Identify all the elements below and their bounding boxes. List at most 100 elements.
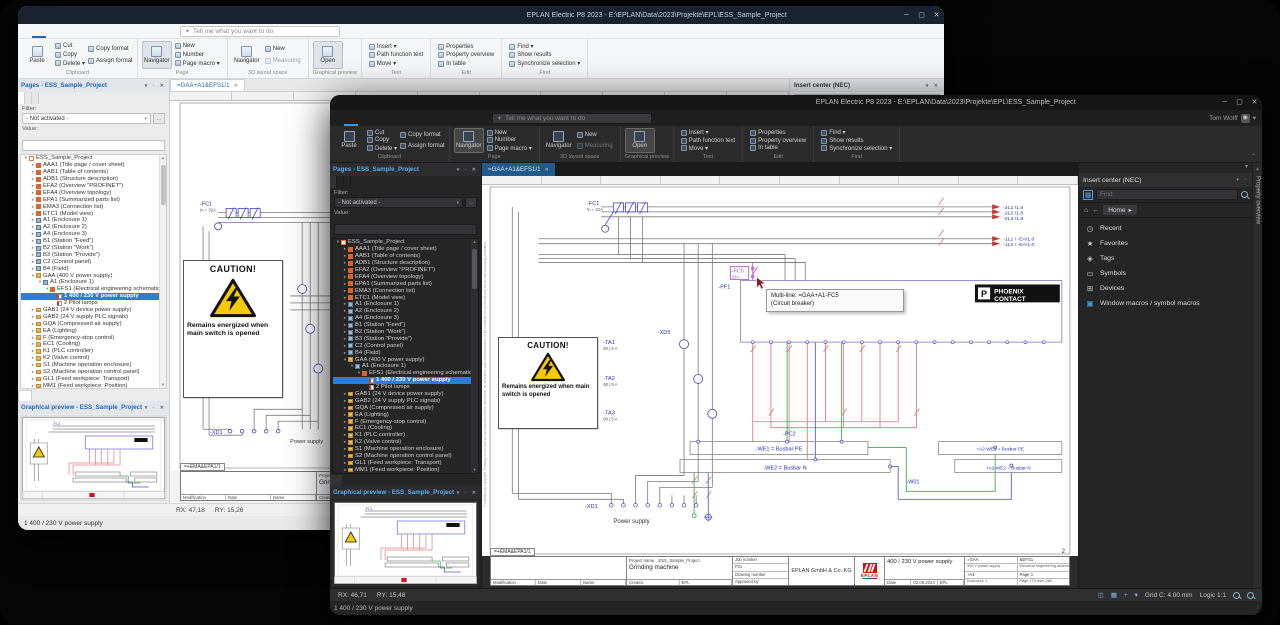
tree-item[interactable]: ▸ K2 (Valve control): [21, 355, 159, 362]
ribbon-button[interactable]: Properties: [438, 44, 494, 50]
tree-item[interactable]: ▸ A1 (Enclosure 1): [333, 301, 471, 308]
tree-item[interactable]: ▸ A1 (Enclosure 1): [21, 217, 159, 224]
page-reference[interactable]: =+EMA&EPA1/1: [490, 548, 535, 556]
panel-header-icons[interactable]: ▾ ▫: [1236, 177, 1248, 183]
tree-item[interactable]: ▸ A4 (Enclosure 3): [21, 231, 159, 238]
tree-item[interactable]: ▸ S1 (Machine operation enclosure): [21, 362, 159, 369]
ribbon-button[interactable]: Number: [487, 137, 532, 143]
panel-header-icons[interactable]: ▾ ▫ ✕: [145, 405, 166, 411]
ribbon-tab[interactable]: [46, 24, 60, 38]
tree-list-tab[interactable]: [32, 390, 44, 401]
tree-item[interactable]: ▸ GAB2 (24 V supply PLC signals): [333, 397, 471, 404]
ribbon-tab[interactable]: [428, 110, 442, 126]
tree-item[interactable]: ▾ EFS1 (Electrical engineering schematic…: [21, 286, 159, 293]
ribbon-button[interactable]: Copy: [55, 52, 85, 58]
panel-tab[interactable]: [18, 92, 25, 104]
graphical-preview-header[interactable]: Graphical preview - ESS_Sample_Project▾ …: [18, 401, 169, 414]
tree-item[interactable]: ▸ B2 (Station "Work"): [21, 245, 159, 252]
ribbon-button[interactable]: Assign format: [88, 58, 133, 64]
value-input[interactable]: [22, 140, 165, 151]
ribbon-button[interactable]: Path function text: [369, 52, 423, 58]
filter-select[interactable]: - Not activated -▾: [22, 113, 151, 124]
tree-item[interactable]: ▸ S2 (Machine operation control panel): [21, 369, 159, 376]
tell-me-search[interactable]: ✦: [492, 113, 652, 124]
ribbon-button[interactable]: New: [487, 130, 532, 136]
ribbon-button[interactable]: New: [577, 132, 613, 138]
panel-header-icons[interactable]: ▾ ▫ ✕: [457, 167, 478, 173]
close-icon[interactable]: ✕: [545, 167, 549, 173]
graphical-preview[interactable]: -FC1: [20, 415, 167, 501]
tree-item[interactable]: ▸ AAB1 (Table of contents): [333, 253, 471, 260]
tree-item[interactable]: ▸ AAA1 (Title page / cover sheet): [21, 162, 159, 169]
tree-item[interactable]: ▸ GQA (Compressed air supply): [21, 320, 159, 327]
tree-item[interactable]: ▸ ADB1 (Structure description): [21, 176, 159, 183]
insert-center-item[interactable]: ◷ Recent: [1079, 221, 1252, 236]
value-input[interactable]: [334, 224, 477, 235]
ribbon-button[interactable]: Cut: [55, 43, 85, 49]
pages-panel-header[interactable]: Pages - ESS_Sample_Project▾ ▫ ✕: [18, 79, 169, 92]
property-overview-tab[interactable]: Property overview: [1255, 176, 1261, 224]
close-icon[interactable]: ✕: [234, 83, 238, 89]
tree-item[interactable]: ▸ S2 (Machine operation control panel): [333, 453, 471, 460]
tell-me-search[interactable]: ✦: [180, 26, 340, 37]
ribbon-button[interactable]: Copy format: [88, 46, 133, 52]
tree-item[interactable]: ▸ EPA1 (Summarized parts list): [333, 280, 471, 287]
tree-item[interactable]: ▸ AAA1 (Title page / cover sheet): [333, 246, 471, 253]
tree-item[interactable]: ▸ GQA (Compressed air supply): [333, 404, 471, 411]
ribbon-button[interactable]: Delete ▾: [367, 145, 397, 152]
insert-center-item[interactable]: ▭ Symbols: [1079, 266, 1252, 281]
tree-item[interactable]: ▸ EFA2 (Overview "PROFINET"): [21, 183, 159, 190]
ribbon-button[interactable]: Measuring: [265, 58, 301, 64]
ribbon-button[interactable]: Assign format: [400, 143, 445, 149]
ribbon-tab[interactable]: [456, 110, 470, 126]
ribbon-button[interactable]: New: [175, 43, 220, 49]
tree-item[interactable]: ▸ EC1 (Cooling): [21, 341, 159, 348]
ribbon-button[interactable]: Insert ▾: [369, 43, 423, 50]
page-reference[interactable]: =+EMA&EPA1/1: [180, 463, 225, 471]
tell-me-input[interactable]: [505, 115, 647, 122]
tree-item[interactable]: ▸ EMA3 (Connection list): [333, 287, 471, 294]
zoom-in-icon[interactable]: [1233, 592, 1240, 599]
insert-center-item[interactable]: ▣ Window macros / symbol macros: [1079, 296, 1252, 311]
title-bar[interactable]: EPLAN Electric P8 2023 - E:\EPLAN\Data\2…: [330, 95, 1262, 110]
tree-item[interactable]: ▸ EA (Lighting): [333, 411, 471, 418]
insert-center-header[interactable]: Insert center (NEC) ▾ ▫: [1079, 173, 1252, 187]
tree-item[interactable]: ▸ B1 (Station "Feed"): [21, 238, 159, 245]
ribbon-button[interactable]: Move ▾: [681, 145, 735, 152]
pages-panel-header[interactable]: Pages - ESS_Sample_Project▾ ▫ ✕: [330, 163, 481, 176]
ribbon-button[interactable]: Synchronize selection ▾: [821, 145, 892, 152]
search-icon[interactable]: [1241, 191, 1248, 198]
ribbon-button[interactable]: Cut: [367, 130, 397, 136]
tree-item[interactable]: ▸ ETC1 (Model view): [333, 294, 471, 301]
grid-view-icon[interactable]: ▦: [1083, 190, 1093, 200]
tree-item[interactable]: ▸ B3 (Station "Provide"): [333, 335, 471, 342]
tree-item[interactable]: ▸ B1 (Station "Feed"): [333, 322, 471, 329]
ribbon-button[interactable]: Find ▾: [821, 129, 892, 136]
tree-item[interactable]: ▾ EFS1 (Electrical engineering schematic…: [333, 370, 471, 377]
tree-item[interactable]: ▾ ESS_Sample_Project: [333, 239, 471, 246]
ribbon-button[interactable]: Property overview: [438, 52, 494, 58]
tree-item[interactable]: ▾ A1 (Enclosure 1): [333, 363, 471, 370]
tree-item[interactable]: ▸ AAB1 (Table of contents): [21, 169, 159, 176]
ribbon-big-button[interactable]: Navigator: [232, 41, 262, 69]
tree-item[interactable]: ▸ C2 (Control panel): [333, 342, 471, 349]
panel-tab[interactable]: [330, 176, 337, 188]
ribbon-button[interactable]: Move ▾: [369, 60, 423, 67]
insert-center-item[interactable]: ★ Favorites: [1079, 236, 1252, 251]
ribbon-tab[interactable]: [130, 24, 144, 38]
ribbon-button[interactable]: Number: [175, 52, 220, 58]
ribbon-tab[interactable]: [102, 24, 116, 38]
tree-list-tab[interactable]: [18, 390, 32, 401]
close-button[interactable]: ✕: [1247, 99, 1262, 106]
tree-item[interactable]: ▸ A2 (Enclosure 2): [21, 224, 159, 231]
home-icon[interactable]: ⌂: [1084, 207, 1088, 214]
ribbon-tab[interactable]: [344, 110, 358, 126]
snap-icon[interactable]: ◫: [1098, 591, 1104, 599]
tree-item[interactable]: ▾ ESS_Sample_Project: [21, 155, 159, 162]
tree-item[interactable]: ▸ K2 (Valve control): [333, 439, 471, 446]
panel-tab[interactable]: [344, 176, 351, 188]
ribbon-collapse-button[interactable]: ⌃: [1251, 153, 1262, 162]
tree-item[interactable]: ▾ GAA (400 V power supply): [21, 272, 159, 279]
tree-item[interactable]: ▸ ADB1 (Structure description): [333, 260, 471, 267]
filter-select[interactable]: - Not activated -▾: [334, 197, 463, 208]
